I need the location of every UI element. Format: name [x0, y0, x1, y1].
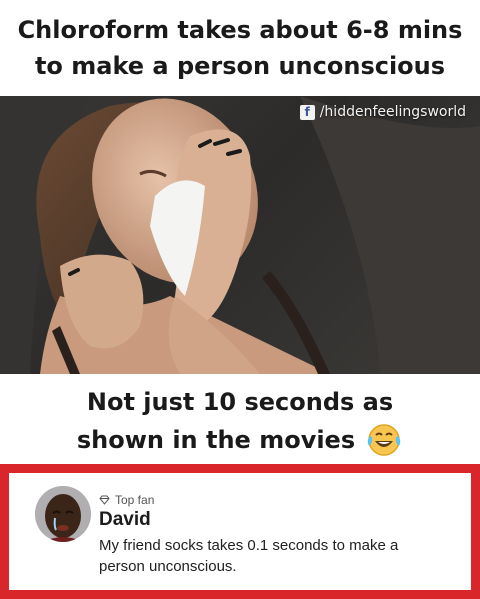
middle-caption-line-2-row: shown in the movies — [77, 421, 403, 459]
meme-photo: f /hiddenfeelingsworld — [0, 96, 480, 374]
avatar-image — [35, 486, 91, 542]
photo-illustration — [0, 96, 480, 374]
avatar[interactable] — [35, 486, 91, 542]
top-caption-line-2: to make a person unconscious — [34, 52, 446, 80]
comment-text: My friend socks takes 0.1 seconds to mak… — [99, 537, 399, 575]
comment-body: Top fan David My friend socks takes 0.1 … — [99, 493, 461, 577]
watermark: f /hiddenfeelingsworld — [299, 104, 466, 120]
facebook-comment: Top fan David My friend socks takes 0.1 … — [0, 464, 480, 599]
badge-label: Top fan — [115, 493, 155, 507]
top-caption: Chloroform takes about 6-8 mins to make … — [0, 0, 480, 96]
middle-caption-line-2: shown in the movies — [76, 426, 356, 454]
middle-caption-line-1: Not just 10 seconds as — [86, 388, 394, 416]
middle-caption: Not just 10 seconds as shown in the movi… — [0, 378, 480, 464]
laughing-tears-emoji-icon — [367, 424, 401, 456]
top-caption-line-1: Chloroform takes about 6-8 mins — [17, 16, 463, 44]
facebook-icon: f — [299, 104, 315, 120]
top-fan-badge: Top fan — [99, 493, 461, 507]
diamond-badge-icon — [99, 495, 110, 505]
watermark-text: /hiddenfeelingsworld — [319, 104, 466, 120]
comment-author[interactable]: David — [99, 509, 461, 531]
